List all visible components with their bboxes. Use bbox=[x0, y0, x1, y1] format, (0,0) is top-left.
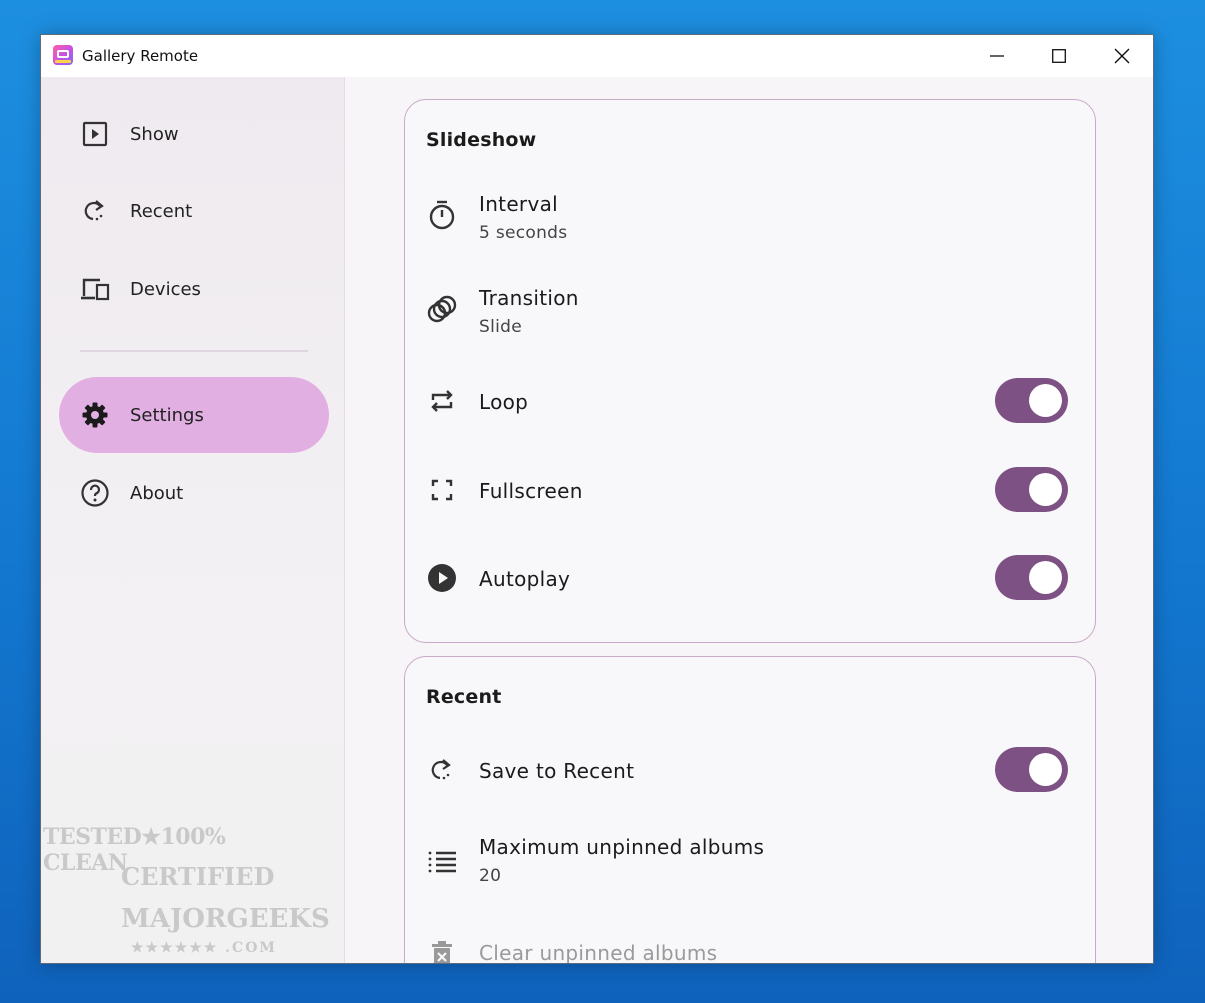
setting-label: Transition bbox=[479, 286, 579, 310]
sidebar-item-show[interactable]: Show bbox=[59, 96, 329, 172]
redo-icon bbox=[425, 753, 459, 787]
close-button[interactable] bbox=[1091, 35, 1153, 77]
redo-icon bbox=[79, 197, 111, 225]
sidebar: Show Recent Devices Settings About TESTE… bbox=[41, 77, 345, 963]
transition-setting[interactable]: Transition Slide bbox=[405, 284, 1095, 354]
recent-card: Recent Save to Recent Maximum unpinned a… bbox=[404, 656, 1096, 964]
maximize-icon bbox=[1052, 49, 1066, 63]
list-numbered-icon bbox=[425, 845, 459, 879]
app-logo-icon bbox=[53, 45, 73, 65]
slideshow-card: Slideshow Interval 5 seconds Transition … bbox=[404, 99, 1096, 643]
setting-label: Save to Recent bbox=[479, 759, 635, 783]
watermark-line: ★★★★★★ .COM bbox=[131, 940, 277, 956]
sidebar-item-about[interactable]: About bbox=[59, 455, 329, 531]
gear-icon bbox=[79, 401, 111, 429]
loop-setting: Loop bbox=[405, 378, 1095, 428]
autoplay-setting: Autoplay bbox=[405, 555, 1095, 605]
repeat-icon bbox=[425, 384, 459, 418]
title-bar: Gallery Remote bbox=[41, 35, 1153, 77]
sidebar-item-settings[interactable]: Settings bbox=[59, 377, 329, 453]
section-title: Slideshow bbox=[426, 129, 537, 151]
save-to-recent-setting: Save to Recent bbox=[405, 747, 1095, 797]
setting-label: Autoplay bbox=[479, 567, 571, 591]
fullscreen-icon bbox=[425, 473, 459, 507]
fullscreen-setting: Fullscreen bbox=[405, 467, 1095, 517]
help-circle-icon bbox=[79, 479, 111, 507]
watermark-line: MAJORGEEKS bbox=[121, 904, 330, 934]
autoplay-toggle[interactable] bbox=[995, 555, 1068, 600]
sidebar-divider bbox=[80, 350, 308, 352]
setting-label: Maximum unpinned albums bbox=[479, 835, 765, 859]
sidebar-item-label: Devices bbox=[130, 278, 201, 300]
window-title: Gallery Remote bbox=[82, 47, 199, 65]
setting-value: 20 bbox=[479, 866, 502, 886]
sidebar-item-label: Recent bbox=[130, 200, 193, 222]
play-circle-icon bbox=[425, 561, 459, 595]
devices-icon bbox=[79, 275, 111, 303]
sidebar-item-label: About bbox=[130, 482, 184, 504]
setting-value: 5 seconds bbox=[479, 223, 568, 243]
watermark: TESTED★100% CLEAN CERTIFIED MAJORGEEKS ★… bbox=[41, 822, 330, 963]
interval-setting[interactable]: Interval 5 seconds bbox=[405, 190, 1095, 260]
setting-label: Fullscreen bbox=[479, 479, 583, 503]
setting-label: Clear unpinned albums bbox=[479, 941, 718, 964]
minimize-button[interactable] bbox=[966, 35, 1028, 77]
settings-content[interactable]: Slideshow Interval 5 seconds Transition … bbox=[346, 77, 1153, 964]
sidebar-item-label: Settings bbox=[130, 404, 204, 426]
sidebar-item-label: Show bbox=[130, 123, 179, 145]
clear-unpinned-setting[interactable]: Clear unpinned albums bbox=[405, 929, 1095, 964]
sidebar-item-recent[interactable]: Recent bbox=[59, 173, 329, 249]
app-window: Gallery Remote Show Recent Devices Setti… bbox=[40, 34, 1154, 964]
sidebar-item-devices[interactable]: Devices bbox=[59, 251, 329, 327]
delete-icon bbox=[425, 937, 459, 963]
max-unpinned-setting[interactable]: Maximum unpinned albums 20 bbox=[405, 833, 1095, 903]
watermark-line: CERTIFIED bbox=[121, 862, 275, 891]
minimize-icon bbox=[990, 55, 1004, 57]
play-square-icon bbox=[79, 120, 111, 148]
setting-label: Interval bbox=[479, 192, 558, 216]
timer-icon bbox=[425, 198, 459, 232]
fullscreen-toggle[interactable] bbox=[995, 467, 1068, 512]
setting-label: Loop bbox=[479, 390, 529, 414]
maximize-button[interactable] bbox=[1028, 35, 1090, 77]
close-icon bbox=[1114, 48, 1130, 64]
section-title: Recent bbox=[426, 686, 502, 708]
loop-toggle[interactable] bbox=[995, 378, 1068, 423]
save-to-recent-toggle[interactable] bbox=[995, 747, 1068, 792]
transition-icon bbox=[425, 292, 459, 326]
setting-value: Slide bbox=[479, 317, 522, 337]
